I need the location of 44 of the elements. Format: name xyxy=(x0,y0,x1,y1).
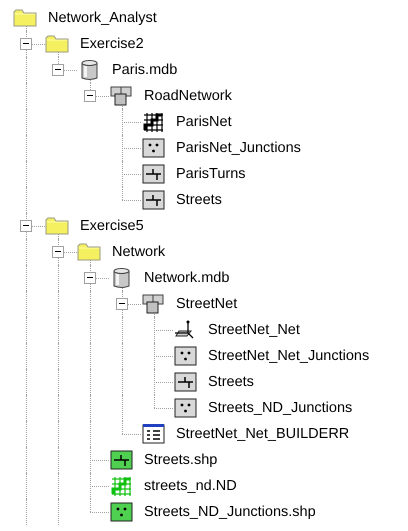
tree-item[interactable]: Network.mdb xyxy=(142,269,232,287)
tree-item[interactable]: Network_Analyst xyxy=(46,9,159,27)
tree-item[interactable]: RoadNetwork xyxy=(142,87,234,105)
tree-item[interactable]: StreetNet_Net_Junctions xyxy=(206,347,372,365)
tree-item[interactable]: StreetNet xyxy=(174,295,240,313)
tree-item[interactable]: Exercise5 xyxy=(78,217,146,235)
collapse-toggle[interactable] xyxy=(52,246,64,258)
collapse-toggle[interactable] xyxy=(52,64,64,76)
line-feature-icon xyxy=(141,163,166,185)
folder-icon xyxy=(77,241,102,263)
tree-item[interactable]: Streets.shp xyxy=(142,451,220,469)
grid-icon xyxy=(109,475,134,497)
points-icon xyxy=(109,501,134,523)
tree-item[interactable]: Network xyxy=(110,243,168,261)
tree-item[interactable]: ParisTurns xyxy=(174,165,248,183)
collapse-toggle[interactable] xyxy=(84,90,96,102)
line-feature-icon xyxy=(109,449,134,471)
tree-item[interactable]: Paris.mdb xyxy=(110,61,180,79)
table-icon xyxy=(141,423,166,445)
collapse-toggle[interactable] xyxy=(20,38,32,50)
tree-item[interactable]: Streets_ND_Junctions xyxy=(206,399,354,417)
tree-item[interactable]: streets_nd.ND xyxy=(142,477,239,495)
points-icon xyxy=(173,397,198,419)
tree-item[interactable]: Exercise2 xyxy=(78,35,146,53)
points-icon xyxy=(173,345,198,367)
tree-item[interactable]: StreetNet_Net xyxy=(206,321,302,339)
collapse-toggle[interactable] xyxy=(116,298,128,310)
folder-icon xyxy=(13,7,38,29)
tree-item[interactable]: Streets_ND_Junctions.shp xyxy=(142,503,318,521)
stacked-squares-icon xyxy=(109,85,134,107)
folder-icon xyxy=(45,33,70,55)
tree-item[interactable]: Streets xyxy=(206,373,256,391)
tree-item[interactable]: ParisNet xyxy=(174,113,234,131)
grid-icon xyxy=(141,111,166,133)
tree-item[interactable]: StreetNet_Net_BUILDERR xyxy=(174,425,352,443)
folder-icon xyxy=(45,215,70,237)
collapse-toggle[interactable] xyxy=(20,220,32,232)
tree-item[interactable]: ParisNet_Junctions xyxy=(174,139,303,157)
collapse-toggle[interactable] xyxy=(84,272,96,284)
line-feature-icon xyxy=(173,371,198,393)
tree-item[interactable]: Streets xyxy=(174,191,224,209)
line-feature-icon xyxy=(141,189,166,211)
points-icon xyxy=(141,137,166,159)
stacked-squares-icon xyxy=(141,293,166,315)
